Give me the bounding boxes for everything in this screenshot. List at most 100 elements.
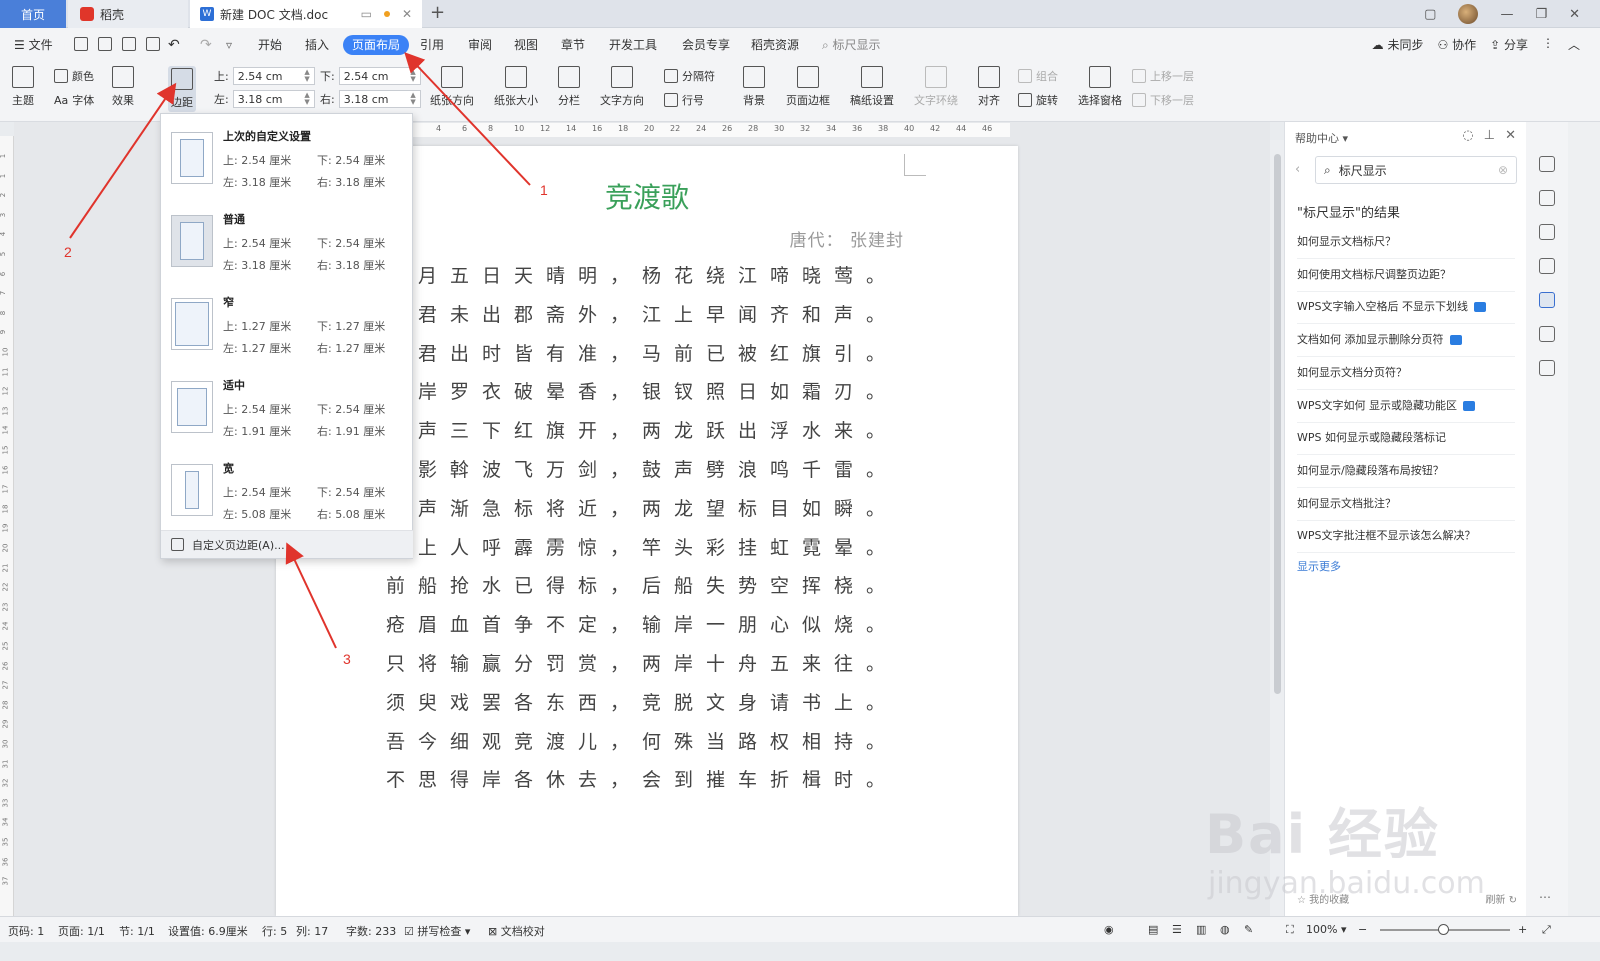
menu-insert[interactable]: 插入 (305, 36, 329, 54)
select-pane-button[interactable]: 选择窗格 (1078, 66, 1122, 108)
close-panel-icon[interactable]: ✕ (1505, 128, 1516, 143)
line-number-button[interactable]: 行号 (664, 92, 704, 108)
proofread-button[interactable]: ⊠ 文档校对 (488, 923, 545, 939)
sliders-icon[interactable] (1539, 258, 1555, 274)
status-row[interactable]: 行: 5 (262, 923, 287, 939)
align-button[interactable]: 对齐 (978, 66, 1000, 108)
help-result-link[interactable]: WPS文字输入空格后 不显示下划线 (1297, 291, 1515, 325)
restore-icon[interactable]: ❐ (1535, 7, 1547, 22)
paper-size-button[interactable]: 纸张大小 (494, 66, 538, 108)
zoom-in-icon[interactable]: + (1518, 923, 1527, 936)
margin-preset-item[interactable]: 宽上: 2.54 厘米 下: 2.54 厘米 左: 5.08 厘米 右: 5.08 厘… (161, 450, 413, 532)
menu-start[interactable]: 开始 (258, 36, 282, 54)
tab-document[interactable]: W 新建 DOC 文档.doc ▭ ✕ (190, 0, 422, 28)
status-col[interactable]: 列: 17 (296, 923, 328, 939)
eye-icon[interactable]: ◉ (1104, 923, 1114, 936)
file-menu[interactable]: ☰ 文件 (14, 36, 53, 54)
status-section[interactable]: 节: 1/1 (119, 923, 155, 939)
collaborate-button[interactable]: ⚇ 协作 (1438, 36, 1477, 53)
theme-button[interactable]: 主题 (12, 66, 34, 108)
monitor-icon[interactable]: ▭ (361, 7, 372, 21)
rotate-button[interactable]: 旋转 (1018, 92, 1058, 108)
background-button[interactable]: 背景 (743, 66, 765, 108)
help-result-link[interactable]: WPS文字批注框不显示该怎么解决？ (1297, 520, 1515, 554)
redo-icon[interactable]: ↷ (200, 36, 212, 54)
more-options-icon[interactable]: ⋯ (1539, 890, 1555, 906)
spinner-icon[interactable]: ▲ ▼ (304, 92, 309, 106)
help-result-link[interactable]: 如何显示文档分页符？ (1297, 357, 1515, 390)
help-search-input[interactable]: ⌕ 标尺显示 ⊗ (1315, 156, 1517, 184)
custom-margins-item[interactable]: 自定义页边距(A)... (161, 530, 413, 558)
help-result-link[interactable]: 文档如何 添加显示删除分页符 (1297, 324, 1515, 358)
bottom-margin-field[interactable]: 下: 2.54 cm ▲ ▼ (320, 67, 421, 85)
more-icon[interactable]: ⋮ (1542, 36, 1554, 53)
spinner-icon[interactable]: ▲ ▼ (410, 69, 415, 83)
refresh-button[interactable]: 刷新 ↻ (1485, 891, 1517, 906)
share-button[interactable]: ⇪ 分享 (1490, 36, 1528, 53)
close-window-icon[interactable]: ✕ (1569, 7, 1580, 22)
page-view-icon[interactable]: ▤ (1148, 923, 1158, 936)
feedback-icon[interactable]: ◌ (1462, 128, 1473, 143)
rocket-icon[interactable] (1539, 156, 1555, 172)
zoom-out-icon[interactable]: − (1358, 923, 1367, 936)
export-icon[interactable] (98, 37, 112, 51)
help-result-link[interactable]: WPS 如何显示或隐藏段落标记 (1297, 422, 1515, 456)
help-result-link[interactable]: 如何显示文档标尺？ (1297, 226, 1515, 259)
clear-icon[interactable]: ⊗ (1498, 163, 1508, 177)
zoom-slider-knob[interactable] (1438, 924, 1449, 935)
new-tab-button[interactable]: + (430, 2, 445, 23)
status-pages[interactable]: 页面: 1/1 (58, 923, 105, 939)
help-title[interactable]: 帮助中心 ▾ (1295, 130, 1348, 146)
reading-view-icon[interactable]: ▥ (1196, 923, 1206, 936)
wrap-text-button[interactable]: 文字环绕 (914, 66, 958, 108)
help-icon[interactable] (1539, 292, 1555, 308)
back-icon[interactable]: ‹ (1295, 162, 1300, 177)
collapse-ribbon-icon[interactable]: ︿ (1568, 36, 1580, 53)
menu-review[interactable]: 审阅 (468, 36, 492, 54)
columns-button[interactable]: 分栏 (558, 66, 580, 108)
command-search[interactable]: ⌕ 标尺显示 (822, 36, 881, 54)
color-button[interactable]: 颜色 (54, 68, 94, 84)
scroll-thumb[interactable] (1274, 154, 1281, 694)
close-icon[interactable]: ✕ (402, 7, 412, 21)
margin-preset-item[interactable]: 普通 上: 2.54 厘米 下: 2.54 厘米 左: 3.18 厘米 右: 3.18 … (161, 201, 413, 283)
send-backward-button[interactable]: 下移一层 (1132, 92, 1194, 108)
spell-check-button[interactable]: ☑ 拼写检查 ▾ (404, 923, 470, 939)
menu-daoke-resources[interactable]: 稻壳资源 (751, 36, 799, 54)
margin-preset-item[interactable]: 适中 上: 2.54 厘米 下: 2.54 厘米 左: 1.91 厘米 右: 1.91 … (161, 367, 413, 449)
group-button[interactable]: 组合 (1018, 68, 1058, 84)
preview-icon[interactable] (146, 37, 160, 51)
bring-forward-button[interactable]: 上移一层 (1132, 68, 1194, 84)
web-view-icon[interactable]: ◍ (1220, 923, 1230, 936)
customize-icon[interactable]: ▿ (226, 36, 232, 54)
text-direction-button[interactable]: 文字方向 (600, 66, 644, 108)
outline-view-icon[interactable]: ☰ (1172, 923, 1182, 936)
tab-home[interactable]: 首页 (0, 0, 66, 28)
help-result-link[interactable]: WPS文字如何 显示或隐藏功能区 (1297, 390, 1515, 423)
effect-button[interactable]: 效果 (112, 66, 134, 108)
save-icon[interactable] (74, 37, 88, 51)
margins-button[interactable]: 边距 (168, 66, 196, 112)
pen-icon[interactable] (1539, 190, 1555, 206)
grid-paper-button[interactable]: 稿纸设置 (850, 66, 894, 108)
zoom-level[interactable]: 100% ▾ (1306, 923, 1346, 936)
help-result-link[interactable]: 如何使用文档标尺调整页边距？ (1297, 259, 1515, 292)
menu-developer[interactable]: 开发工具 (609, 36, 657, 54)
margin-preset-item[interactable]: 上次的自定义设置 上: 2.54 厘米 下: 2.54 厘米 左: 3.18 厘米 右:… (161, 118, 413, 200)
left-margin-field[interactable]: 左: 3.18 cm ▲ ▼ (214, 90, 315, 108)
orientation-button[interactable]: 纸张方向 (430, 66, 474, 108)
tab-daoke[interactable]: 稻壳 (68, 0, 188, 28)
undo-icon[interactable]: ↶ (168, 36, 180, 54)
menu-chapter[interactable]: 章节 (561, 36, 585, 54)
pin-icon[interactable]: ⊥ (1484, 128, 1495, 143)
help-result-link[interactable]: 如何显示文档批注？ (1297, 488, 1515, 521)
menu-member[interactable]: 会员专享 (682, 36, 730, 54)
margin-preset-item[interactable]: 窄上: 1.27 厘米 下: 1.27 厘米 左: 1.27 厘米 右: 1.27 厘… (161, 284, 413, 366)
minimize-icon[interactable]: — (1500, 7, 1513, 22)
status-page-no[interactable]: 页码: 1 (8, 923, 44, 939)
help-result-link[interactable]: 如何显示/隐藏段落布局按钮？ (1297, 455, 1515, 488)
cursor-icon[interactable] (1539, 224, 1555, 240)
top-margin-field[interactable]: 上: 2.54 cm ▲ ▼ (214, 67, 315, 85)
spinner-icon[interactable]: ▲ ▼ (304, 69, 309, 83)
menu-view[interactable]: 视图 (514, 36, 538, 54)
